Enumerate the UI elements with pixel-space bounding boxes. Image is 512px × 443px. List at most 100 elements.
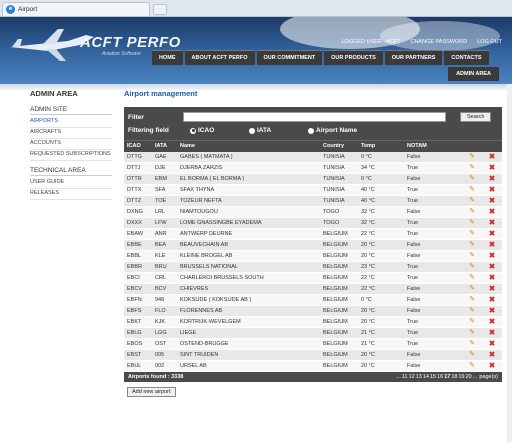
filtering-field-label: Filtering field — [128, 127, 169, 134]
page-link[interactable]: 15 — [430, 374, 436, 380]
pencil-icon[interactable]: ✎ — [469, 241, 475, 249]
page-link[interactable]: 11 — [402, 374, 408, 380]
pencil-icon[interactable]: ✎ — [469, 208, 475, 216]
site-logo[interactable]: ACFT PERFO — [80, 34, 181, 51]
pencil-icon[interactable]: ✎ — [469, 197, 475, 205]
nav-contacts[interactable]: CONTACTS — [444, 50, 489, 65]
page-link[interactable]: 18 — [451, 374, 457, 380]
pencil-icon[interactable]: ✎ — [469, 175, 475, 183]
pencil-icon[interactable]: ✎ — [469, 230, 475, 238]
delete-icon[interactable]: ✖ — [489, 285, 496, 293]
pencil-icon[interactable]: ✎ — [469, 285, 475, 293]
delete-icon[interactable]: ✖ — [489, 329, 496, 337]
delete-icon[interactable]: ✖ — [489, 263, 496, 271]
nav-commitment[interactable]: OUR COMMITMENT — [256, 50, 323, 65]
nav-partners[interactable]: OUR PARTNERS — [384, 50, 443, 65]
page-ellipsis[interactable]: ... — [473, 374, 478, 380]
pencil-icon[interactable]: ✎ — [469, 318, 475, 326]
page-link[interactable]: 13 — [416, 374, 422, 380]
col-country[interactable]: Country — [320, 140, 358, 152]
pencil-icon[interactable]: ✎ — [469, 263, 475, 271]
col-iata[interactable]: IATA — [152, 140, 177, 152]
delete-icon[interactable]: ✖ — [489, 230, 496, 238]
page-link[interactable]: 17 — [444, 374, 450, 380]
airports-count: Airports found : 3338 — [128, 374, 184, 380]
edit-cell: ✎ — [462, 338, 482, 350]
nav-home[interactable]: HOME — [152, 50, 183, 65]
sidebar-item-airports[interactable]: AIRPORTS — [30, 117, 112, 128]
delete-icon[interactable]: ✖ — [489, 175, 496, 183]
page-link[interactable]: 16 — [437, 374, 443, 380]
page-link[interactable]: 12 — [409, 374, 415, 380]
radio-icao[interactable]: ICAO — [190, 127, 249, 134]
col-notam[interactable]: NOTAM — [404, 140, 462, 152]
cell-country: BELGIUM — [320, 228, 358, 240]
nav-products[interactable]: OUR PRODUCTS — [324, 50, 383, 65]
page-link[interactable]: 20 — [466, 374, 472, 380]
pencil-icon[interactable]: ✎ — [469, 219, 475, 227]
col-temp[interactable]: Temp — [358, 140, 404, 152]
cell-notam: True — [404, 272, 462, 284]
cell-notam: True — [404, 217, 462, 229]
pencil-icon[interactable]: ✎ — [469, 186, 475, 194]
pencil-icon[interactable]: ✎ — [469, 307, 475, 315]
add-airport-button[interactable]: Add new airport — [127, 387, 176, 397]
airports-table: ICAO IATA Name Country Temp NOTAM DTTG GA… — [124, 140, 502, 372]
pencil-icon[interactable]: ✎ — [469, 296, 475, 304]
pencil-icon[interactable]: ✎ — [469, 329, 475, 337]
delete-icon[interactable]: ✖ — [489, 340, 496, 348]
pencil-icon[interactable]: ✎ — [469, 340, 475, 348]
delete-icon[interactable]: ✖ — [489, 351, 496, 359]
filter-label: Filter — [128, 113, 144, 121]
pencil-icon[interactable]: ✎ — [469, 362, 475, 370]
cell-temp: 40 °C — [358, 195, 404, 207]
page-ellipsis[interactable]: ... — [396, 374, 401, 380]
edit-cell: ✎ — [462, 316, 482, 328]
browser-tab[interactable]: e Airport — [2, 2, 150, 16]
delete-icon[interactable]: ✖ — [489, 252, 496, 260]
page-link[interactable]: 14 — [423, 374, 429, 380]
log-out-link[interactable]: LOG OUT — [477, 39, 502, 45]
cell-name: CHIEVRES — [177, 283, 320, 295]
sidebar-item-subscriptions[interactable]: REQUESTED SUBSCRIPTIONS — [30, 150, 112, 161]
delete-icon[interactable]: ✖ — [489, 208, 496, 216]
cell-temp: 0 °C — [358, 173, 404, 185]
delete-icon[interactable]: ✖ — [489, 241, 496, 249]
pencil-icon[interactable]: ✎ — [469, 164, 475, 172]
col-icao[interactable]: ICAO — [124, 140, 152, 152]
new-tab-button[interactable] — [153, 4, 167, 15]
sidebar-item-user-guide[interactable]: USER GUIDE — [30, 178, 112, 189]
col-name[interactable]: Name — [177, 140, 320, 152]
pencil-icon[interactable]: ✎ — [469, 274, 475, 282]
pencil-icon[interactable]: ✎ — [469, 153, 475, 161]
radio-airport-name[interactable]: Airport Name — [308, 127, 388, 134]
page-scrollbar[interactable] — [507, 84, 512, 443]
cell-icao: DXXX — [124, 217, 152, 229]
delete-icon[interactable]: ✖ — [489, 318, 496, 326]
sidebar-item-aircrafts[interactable]: AIRCRAFTS — [30, 128, 112, 139]
delete-icon[interactable]: ✖ — [489, 164, 496, 172]
search-button[interactable]: Search — [460, 112, 492, 122]
nav-admin-area[interactable]: ADMIN AREA — [448, 67, 499, 81]
delete-icon[interactable]: ✖ — [489, 307, 496, 315]
delete-icon[interactable]: ✖ — [489, 362, 496, 370]
pencil-icon[interactable]: ✎ — [469, 252, 475, 260]
cell-notam: True — [404, 327, 462, 339]
radio-iata[interactable]: IATA — [249, 127, 308, 134]
delete-icon[interactable]: ✖ — [489, 197, 496, 205]
col-edit — [462, 140, 482, 152]
site-tagline: Aviation Software — [102, 51, 141, 57]
delete-icon[interactable]: ✖ — [489, 152, 496, 161]
delete-icon[interactable]: ✖ — [489, 219, 496, 227]
cell-temp: 22 °C — [358, 228, 404, 240]
sidebar-item-releases[interactable]: RELEASES — [30, 189, 112, 200]
delete-icon[interactable]: ✖ — [489, 296, 496, 304]
change-password-link[interactable]: CHANGE PASSWORD — [410, 39, 467, 45]
delete-icon[interactable]: ✖ — [489, 186, 496, 194]
delete-icon[interactable]: ✖ — [489, 274, 496, 282]
nav-about[interactable]: ABOUT ACFT PERFO — [184, 50, 255, 65]
page-link[interactable]: 19 — [459, 374, 465, 380]
filter-input[interactable] — [183, 112, 446, 122]
sidebar-item-accounts[interactable]: ACCOUNTS — [30, 139, 112, 150]
pencil-icon[interactable]: ✎ — [469, 351, 475, 359]
